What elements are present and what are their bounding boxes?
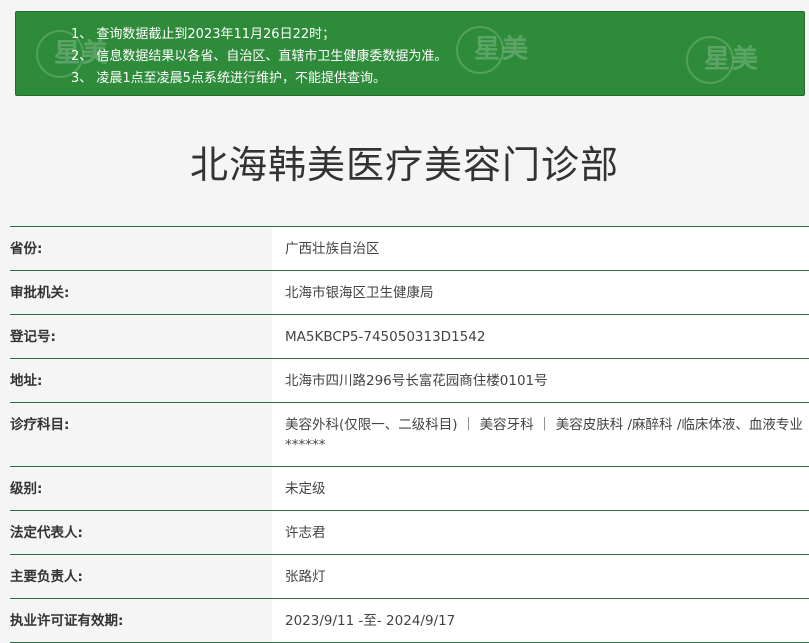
table-row-address: 地址: 北海市四川路296号长富花园商住楼0101号: [10, 358, 809, 403]
row-label: 法定代表人:: [10, 510, 272, 555]
page-title: 北海韩美医疗美容门诊部: [189, 143, 619, 187]
notice-banner: 星美 星美 星美 1、 查询数据截止到2023年11月26日22时； 2、 信息…: [15, 11, 805, 96]
table-row-principal: 主要负责人: 张路灯: [10, 554, 809, 599]
row-label: 省份:: [10, 226, 272, 271]
table-row-approval-authority: 审批机关: 北海市银海区卫生健康局: [10, 270, 809, 315]
table-row-province: 省份: 广西壮族自治区: [10, 226, 809, 271]
notice-line-1: 1、 查询数据截止到2023年11月26日22时；: [71, 27, 336, 42]
row-value: 张路灯: [272, 554, 809, 599]
row-label: 审批机关:: [10, 270, 272, 315]
row-label: 主要负责人:: [10, 554, 272, 599]
row-value: MA5KBCP5-745050313D1542: [272, 314, 809, 359]
row-value: 广西壮族自治区: [272, 226, 809, 271]
row-value: 北海市四川路296号长富花园商住楼0101号: [272, 358, 809, 403]
row-value: 美容外科(仅限一、二级科目) ｜ 美容牙科 ｜ 美容皮肤科 /麻醉科 /临床体液…: [272, 402, 809, 467]
table-row-medical-subjects: 诊疗科目: 美容外科(仅限一、二级科目) ｜ 美容牙科 ｜ 美容皮肤科 /麻醉科…: [10, 402, 809, 467]
row-label: 执业许可证有效期:: [10, 598, 272, 643]
row-value: 2023/9/11 -至- 2024/9/17: [272, 598, 809, 643]
table-row-registration-number: 登记号: MA5KBCP5-745050313D1542: [10, 314, 809, 359]
title-container: 北海韩美医疗美容门诊部: [0, 130, 809, 200]
row-label: 诊疗科目:: [10, 402, 272, 467]
row-value: 许志君: [272, 510, 809, 555]
row-value: 北海市银海区卫生健康局: [272, 270, 809, 315]
notice-line-3: 3、 凌晨1点至凌晨5点系统进行维护，不能提供查询。: [71, 71, 386, 86]
row-value: 未定级: [272, 466, 809, 511]
notice-line-2: 2、 信息数据结果以各省、自治区、直辖市卫生健康委数据为准。: [71, 49, 448, 64]
row-label: 登记号:: [10, 314, 272, 359]
table-row-level: 级别: 未定级: [10, 466, 809, 511]
info-table: 省份: 广西壮族自治区 审批机关: 北海市银海区卫生健康局 登记号: MA5KB…: [10, 226, 809, 643]
table-row-license-validity: 执业许可证有效期: 2023/9/11 -至- 2024/9/17: [10, 598, 809, 643]
row-label: 级别:: [10, 466, 272, 511]
table-row-legal-representative: 法定代表人: 许志君: [10, 510, 809, 555]
row-label: 地址:: [10, 358, 272, 403]
